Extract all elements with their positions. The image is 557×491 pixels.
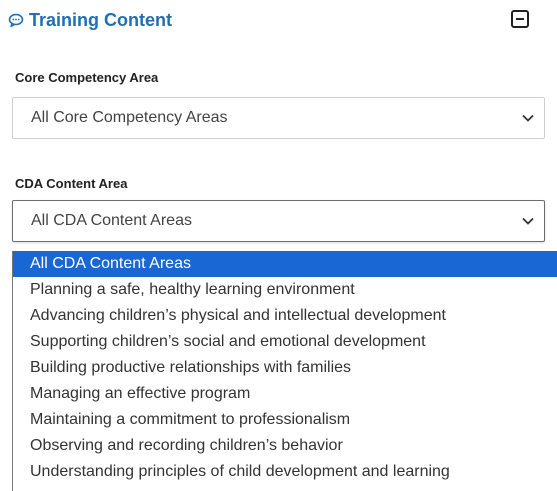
training-content-panel: Training Content Core Competency Area Al… [0, 0, 557, 491]
dropdown-option[interactable]: Advancing children’s physical and intell… [13, 303, 557, 329]
dropdown-option[interactable]: Supporting children’s social and emotion… [13, 329, 557, 355]
cda-content-select[interactable]: All CDA Content Areas [12, 200, 545, 242]
dropdown-option[interactable]: Planning a safe, healthy learning enviro… [13, 277, 557, 303]
cda-content-dropdown-list: All CDA Content Areas Planning a safe, h… [12, 251, 557, 491]
dropdown-option[interactable]: Managing an effective program [13, 381, 557, 407]
dropdown-option[interactable]: Building productive relationships with f… [13, 355, 557, 381]
core-competency-select[interactable]: All Core Competency Areas [12, 97, 545, 139]
dropdown-option[interactable]: All CDA Content Areas [13, 251, 557, 277]
section-title: Training Content [29, 9, 172, 30]
dropdown-option[interactable]: Understanding principles of child develo… [13, 459, 557, 485]
collapse-button[interactable] [511, 10, 529, 28]
chevron-down-icon [522, 217, 534, 225]
chat-bubble-icon [8, 13, 24, 28]
minus-icon [516, 18, 524, 20]
chevron-down-icon [522, 114, 534, 122]
section-header: Training Content [8, 6, 172, 34]
cda-content-selected-value: All CDA Content Areas [31, 212, 192, 229]
core-competency-selected-value: All Core Competency Areas [31, 109, 228, 126]
cda-content-label: CDA Content Area [15, 176, 128, 191]
core-competency-label: Core Competency Area [15, 70, 159, 85]
dropdown-option[interactable]: Maintaining a commitment to professional… [13, 407, 557, 433]
dropdown-option[interactable]: Observing and recording children’s behav… [13, 433, 557, 459]
